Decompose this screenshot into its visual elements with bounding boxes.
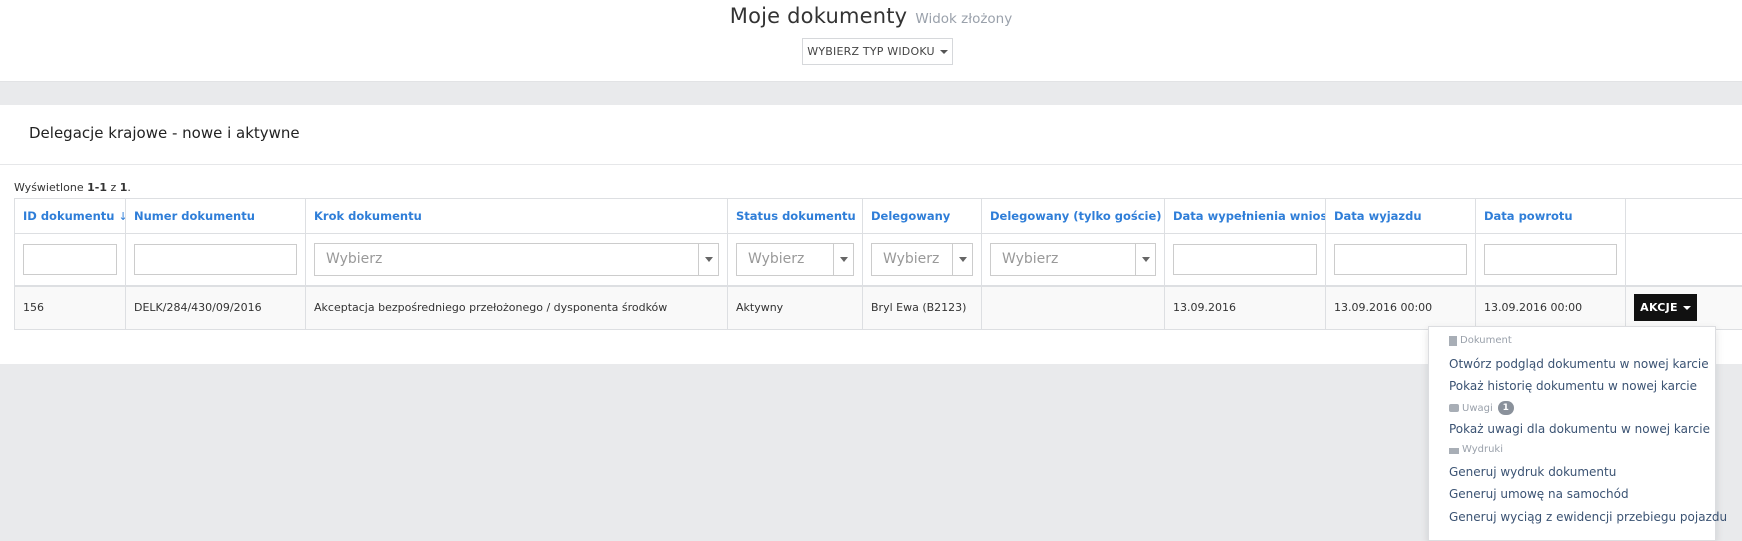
filter-number-input[interactable] <box>134 243 297 275</box>
column-header-step[interactable]: Krok dokumentu <box>305 198 728 234</box>
column-label: Krok dokumentu <box>314 209 422 223</box>
table-filter-row: Wybierz Wybierz Wybierz Wybierz <box>14 233 1742 287</box>
column-label: Data wypełnienia wniosku <box>1173 209 1325 223</box>
column-label: Data wyjazdu <box>1334 209 1422 223</box>
filter-cell <box>1325 233 1476 287</box>
filter-cell <box>14 233 126 287</box>
cell-delegate: Bryl Ewa (B2123) <box>862 285 982 330</box>
chevron-down-icon[interactable] <box>833 243 853 275</box>
filter-departure-input[interactable] <box>1334 243 1467 275</box>
cell-departure: 13.09.2016 00:00 <box>1325 285 1476 330</box>
column-header-number[interactable]: Numer dokumentu <box>125 198 306 234</box>
menu-item-open-preview[interactable]: Otwórz podgląd dokumentu w nowej karcie <box>1449 357 1709 371</box>
filter-cell <box>1625 233 1742 287</box>
menu-item-show-comments[interactable]: Pokaż uwagi dla dokumentu w nowej karcie <box>1449 422 1710 436</box>
menu-item-generate-printout[interactable]: Generuj wydruk dokumentu <box>1449 465 1616 479</box>
filter-cell <box>125 233 306 287</box>
results-summary: Wyświetlone 1-1 z 1. <box>14 181 131 194</box>
cell-fill-date: 13.09.2016 <box>1164 285 1326 330</box>
menu-section-label: Wydruki <box>1462 444 1503 455</box>
comments-count-badge: 1 <box>1497 401 1514 415</box>
filter-cell: Wybierz <box>305 233 728 287</box>
cell-step: Akceptacja bezpośredniego przełożonego /… <box>305 285 728 330</box>
filter-status-select[interactable]: Wybierz <box>736 242 854 276</box>
column-header-id[interactable]: ID dokumentu↓¹₂ <box>14 198 126 234</box>
actions-button[interactable]: AKCJE <box>1634 294 1697 322</box>
select-placeholder: Wybierz <box>748 251 805 268</box>
caret-down-icon <box>1682 305 1691 310</box>
menu-item-show-history[interactable]: Pokaż historię dokumentu w nowej karcie <box>1449 379 1697 393</box>
select-placeholder: Wybierz <box>883 251 940 268</box>
menu-section-label: Uwagi <box>1462 402 1493 414</box>
menu-item-generate-car-contract[interactable]: Generuj umowę na samochód <box>1449 487 1629 501</box>
menu-section-header-document: Dokument <box>1449 335 1512 346</box>
filter-cell <box>1164 233 1326 287</box>
column-header-return[interactable]: Data powrotu <box>1475 198 1626 234</box>
column-label: Delegowany <box>871 209 951 223</box>
sort-numeric-asc-icon: ↓¹₂ <box>118 210 124 223</box>
filter-fill-date-input[interactable] <box>1173 243 1317 275</box>
summary-range: 1-1 <box>87 181 107 194</box>
column-header-status[interactable]: Status dokumentu <box>727 198 863 234</box>
cell-actions: AKCJE <box>1625 285 1742 330</box>
documents-table: ID dokumentu↓¹₂ Numer dokumentu Krok dok… <box>14 198 1742 330</box>
page-title: Moje dokumenty <box>729 4 908 28</box>
column-header-actions <box>1625 198 1742 234</box>
divider <box>0 164 1742 165</box>
column-label: Status dokumentu <box>736 209 856 223</box>
filter-cell <box>1475 233 1626 287</box>
column-header-delegate-guest[interactable]: Delegowany (tylko goście) <box>981 198 1165 234</box>
actions-button-label: AKCJE <box>1640 301 1678 315</box>
chevron-down-icon[interactable] <box>1135 243 1155 275</box>
filter-cell: Wybierz <box>862 233 982 287</box>
select-placeholder: Wybierz <box>326 251 383 268</box>
chevron-down-icon[interactable] <box>952 243 972 275</box>
page-title-row: Moje dokumenty Widok złożony <box>0 4 1742 28</box>
filter-step-select[interactable]: Wybierz <box>314 242 719 276</box>
actions-dropdown-menu: Dokument Otwórz podgląd dokumentu w nowe… <box>1428 326 1727 541</box>
menu-section-header-prints: Wydruki <box>1449 444 1503 455</box>
select-placeholder: Wybierz <box>1002 251 1059 268</box>
page-subtitle: Widok złożony <box>915 11 1013 27</box>
filter-id-input[interactable] <box>23 243 117 275</box>
filter-cell: Wybierz <box>981 233 1165 287</box>
menu-section-label: Dokument <box>1460 335 1512 346</box>
column-label: Delegowany (tylko goście) <box>990 209 1162 223</box>
print-icon <box>1449 445 1459 454</box>
menu-item-generate-mileage-extract[interactable]: Generuj wyciąg z ewidencji przebiegu poj… <box>1449 510 1727 524</box>
select-view-type-label: WYBIERZ TYP WIDOKU <box>807 45 935 58</box>
filter-cell: Wybierz <box>727 233 863 287</box>
cell-number: DELK/284/430/09/2016 <box>125 285 306 330</box>
file-icon <box>1449 335 1457 346</box>
summary-prefix: Wyświetlone <box>14 181 88 194</box>
comment-icon <box>1449 404 1459 412</box>
table-header-row: ID dokumentu↓¹₂ Numer dokumentu Krok dok… <box>14 198 1742 234</box>
column-label: Data powrotu <box>1484 209 1573 223</box>
column-header-fill-date[interactable]: Data wypełnienia wniosku <box>1164 198 1326 234</box>
panel-title: Delegacje krajowe - nowe i aktywne <box>29 124 300 142</box>
column-header-departure[interactable]: Data wyjazdu <box>1325 198 1476 234</box>
filter-delegate-guest-select[interactable]: Wybierz <box>990 242 1156 276</box>
summary-suffix: . <box>127 181 131 194</box>
filter-return-input[interactable] <box>1484 243 1617 275</box>
column-label: ID dokumentu <box>23 209 115 223</box>
column-header-delegate[interactable]: Delegowany <box>862 198 982 234</box>
select-view-type-button[interactable]: WYBIERZ TYP WIDOKU <box>802 38 953 65</box>
page-header: Moje dokumenty Widok złożony WYBIERZ TYP… <box>0 0 1742 82</box>
cell-delegate-guest <box>981 285 1165 330</box>
column-label: Numer dokumentu <box>134 209 255 223</box>
chevron-down-icon[interactable] <box>698 243 718 275</box>
summary-middle: z <box>106 181 120 194</box>
menu-section-header-comments: Uwagi 1 <box>1449 401 1514 415</box>
table-row: 156 DELK/284/430/09/2016 Akceptacja bezp… <box>14 285 1742 330</box>
cell-status: Aktywny <box>727 285 863 330</box>
cell-return: 13.09.2016 00:00 <box>1475 285 1626 330</box>
caret-down-icon <box>939 49 948 54</box>
filter-delegate-select[interactable]: Wybierz <box>871 242 973 276</box>
cell-id: 156 <box>14 285 126 330</box>
